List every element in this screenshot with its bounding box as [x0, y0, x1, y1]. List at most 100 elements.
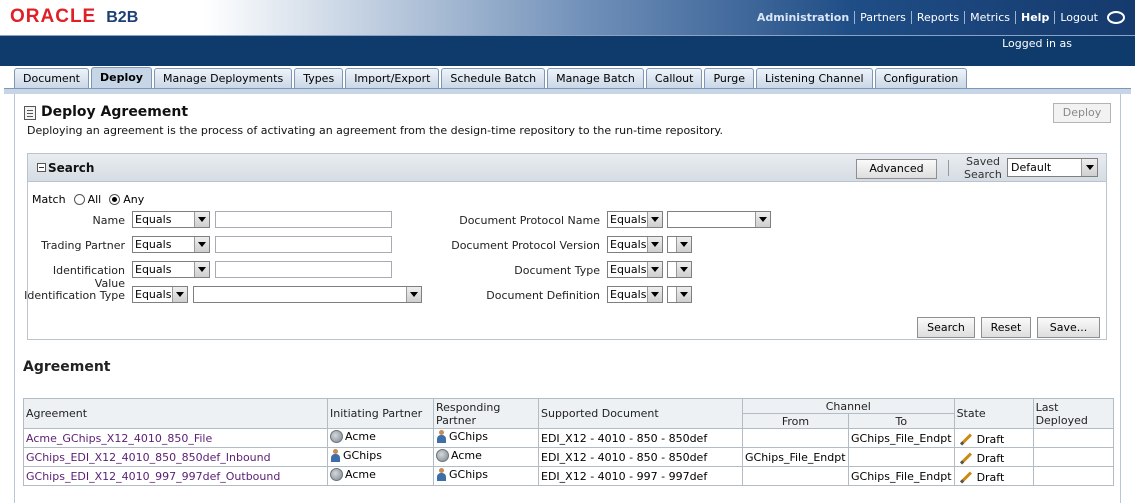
state: Draft	[976, 470, 1005, 484]
chevron-down-icon[interactable]	[406, 287, 421, 302]
person-icon	[436, 468, 447, 481]
chevron-down-icon[interactable]	[194, 262, 209, 277]
table-row[interactable]: GChips_EDI_X12_4010_850_850def_Inbound G…	[23, 447, 1114, 467]
trading-partner-label: Trading Partner	[41, 239, 125, 252]
chevron-down-icon[interactable]	[194, 212, 209, 227]
last-deployed	[1032, 466, 1114, 486]
collapse-icon[interactable]	[37, 163, 46, 172]
search-button[interactable]: Search	[917, 317, 975, 338]
table-row[interactable]: Acme_GChips_X12_4010_850_File Acme GChip…	[23, 428, 1114, 448]
document-icon	[24, 106, 36, 120]
identification-value-input[interactable]	[215, 261, 392, 278]
col-agreement[interactable]: Agreement	[23, 398, 328, 429]
chevron-down-icon[interactable]	[647, 237, 662, 252]
document-protocol-name-select[interactable]	[667, 211, 771, 228]
pencil-icon	[959, 432, 972, 446]
chevron-down-icon[interactable]	[676, 287, 691, 302]
identification-type-select[interactable]	[193, 286, 422, 303]
chevron-down-icon[interactable]	[194, 237, 209, 252]
match-all-radio[interactable]	[73, 194, 85, 205]
tab-listening-channel[interactable]: Listening Channel	[755, 68, 873, 89]
host-icon	[330, 430, 343, 443]
document-protocol-version-label: Document Protocol Version	[451, 239, 600, 252]
trading-partner-input[interactable]	[215, 236, 392, 253]
col-channel: Channel	[742, 398, 955, 414]
responding-partner: GChips	[449, 468, 488, 481]
agreement-link[interactable]: GChips_EDI_X12_4010_850_850def_Inbound	[26, 451, 271, 464]
document-type-operator-value: Equals	[610, 263, 647, 276]
col-channel-to[interactable]: To	[848, 413, 955, 429]
tab-types[interactable]: Types	[294, 68, 344, 89]
document-definition-operator[interactable]: Equals	[607, 286, 663, 303]
chevron-down-icon[interactable]	[1081, 159, 1097, 176]
nav-partners[interactable]: Partners	[855, 11, 912, 24]
col-initiating-partner[interactable]: Initiating Partner	[327, 398, 434, 429]
identification-value-operator[interactable]: Equals	[132, 261, 210, 278]
nav-logout[interactable]: Logout	[1055, 11, 1103, 24]
table-row[interactable]: GChips_EDI_X12_4010_997_997def_Outbound …	[23, 466, 1114, 486]
tab-configuration[interactable]: Configuration	[874, 68, 968, 89]
name-operator[interactable]: Equals	[132, 211, 210, 228]
tab-document[interactable]: Document	[14, 68, 89, 89]
match-all-label: All	[87, 193, 102, 206]
chevron-down-icon[interactable]	[172, 287, 187, 302]
last-deployed	[1032, 447, 1114, 467]
name-input[interactable]	[215, 211, 392, 228]
person-icon	[330, 449, 341, 462]
nav-help[interactable]: Help	[1016, 11, 1056, 24]
tab-callout[interactable]: Callout	[645, 68, 703, 89]
col-supported-document[interactable]: Supported Document	[538, 398, 743, 429]
document-type-select[interactable]	[667, 261, 692, 278]
document-type-operator[interactable]: Equals	[607, 261, 663, 278]
document-protocol-version-operator[interactable]: Equals	[607, 236, 663, 253]
host-icon	[436, 449, 449, 462]
chevron-down-icon[interactable]	[755, 212, 770, 227]
deploy-button[interactable]: Deploy	[1053, 103, 1111, 123]
logout-icon[interactable]	[1107, 11, 1125, 24]
col-responding-partner[interactable]: Responding Partner	[433, 398, 539, 429]
col-state[interactable]: State	[953, 398, 1034, 429]
chevron-down-icon[interactable]	[647, 212, 662, 227]
tab-deploy[interactable]: Deploy	[91, 67, 152, 89]
state: Draft	[976, 432, 1005, 446]
nav-reports[interactable]: Reports	[912, 11, 966, 24]
trading-partner-operator-value: Equals	[135, 238, 172, 251]
document-definition-select[interactable]	[667, 286, 692, 303]
match-group: Match All Any	[32, 193, 144, 206]
identification-type-operator[interactable]: Equals	[132, 286, 188, 303]
logged-in-label: Logged in as	[1002, 37, 1072, 50]
chevron-down-icon[interactable]	[676, 262, 691, 277]
tab-purge[interactable]: Purge	[704, 68, 754, 89]
oracle-b2b-logo: ORACLE B2B	[10, 6, 138, 28]
chevron-down-icon[interactable]	[647, 262, 662, 277]
search-header: Search Advanced Saved Search Default	[28, 154, 1106, 182]
identification-value-label: Identification Value	[52, 264, 125, 290]
save-button[interactable]: Save...	[1037, 317, 1100, 338]
initiating-partner: Acme	[345, 430, 376, 443]
document-type-label: Document Type	[514, 264, 600, 277]
tab-import-export[interactable]: Import/Export	[345, 68, 440, 89]
saved-search-label-line1: Saved	[966, 155, 1000, 168]
col-last-deployed[interactable]: Last Deployed	[1032, 398, 1114, 429]
tab-manage-batch[interactable]: Manage Batch	[547, 68, 644, 89]
reset-button[interactable]: Reset	[981, 317, 1031, 338]
trading-partner-operator[interactable]: Equals	[132, 236, 210, 253]
saved-search-select[interactable]: Default	[1007, 158, 1098, 177]
identification-type-operator-value: Equals	[135, 288, 172, 301]
document-definition-label: Document Definition	[486, 289, 600, 302]
advanced-button[interactable]: Advanced	[856, 159, 937, 179]
match-any-radio[interactable]	[109, 194, 121, 205]
chevron-down-icon[interactable]	[676, 237, 691, 252]
nav-administration[interactable]: Administration	[752, 11, 856, 24]
document-protocol-version-select[interactable]	[667, 236, 692, 253]
tab-schedule-batch[interactable]: Schedule Batch	[441, 68, 546, 89]
tab-manage-deployments[interactable]: Manage Deployments	[153, 68, 293, 89]
document-protocol-name-operator[interactable]: Equals	[607, 211, 663, 228]
agreement-link[interactable]: Acme_GChips_X12_4010_850_File	[26, 432, 212, 445]
agreement-link[interactable]: GChips_EDI_X12_4010_997_997def_Outbound	[26, 470, 280, 483]
col-channel-from[interactable]: From	[742, 413, 849, 429]
chevron-down-icon[interactable]	[647, 287, 662, 302]
saved-search-label-line2: Search	[964, 168, 1002, 181]
separator	[948, 160, 949, 176]
nav-metrics[interactable]: Metrics	[965, 11, 1017, 24]
